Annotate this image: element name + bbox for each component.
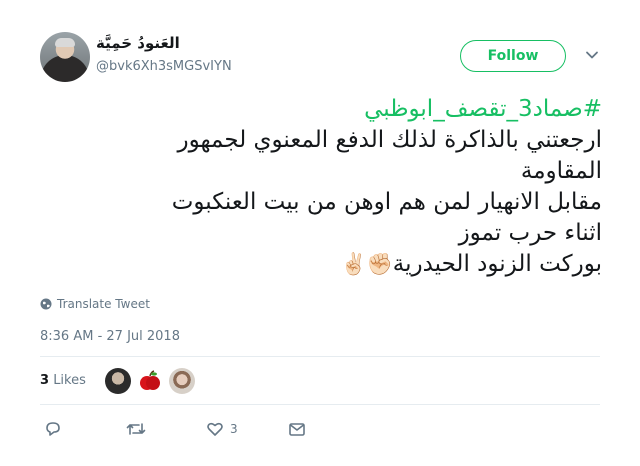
heart-icon	[207, 422, 223, 436]
like-count: 3	[230, 422, 238, 436]
tweet-text: #صماد3_تقصف_ابوظبي ارجعتني بالذاكرة لذلك…	[40, 94, 602, 280]
author-handle[interactable]: @bvk6Xh3sMGSvIYN	[96, 59, 232, 74]
tweet-line-text: بوركت الزنود الحيدرية	[392, 251, 602, 277]
apple-icon	[140, 370, 160, 390]
reply-button[interactable]	[44, 420, 126, 438]
fist-victory-emoji: ✊🏻✌🏻	[340, 252, 393, 276]
translate-tweet-link[interactable]: Translate Tweet	[40, 297, 150, 311]
divider	[40, 356, 600, 357]
tweet-timestamp[interactable]: 8:36 AM - 27 Jul 2018	[40, 329, 180, 344]
likes-label: Likes	[53, 373, 86, 388]
likes-count-link[interactable]: 3 Likes	[40, 373, 86, 388]
divider	[40, 404, 600, 405]
follow-button[interactable]: Follow	[460, 40, 566, 72]
author-avatar[interactable]	[40, 32, 90, 82]
tweet-line: المقاومة	[520, 158, 602, 184]
tweet-line: ارجعتني بالذاكرة لذلك الدفع المعنوي لجمه…	[177, 127, 602, 153]
direct-message-button[interactable]	[288, 420, 306, 438]
envelope-icon	[289, 423, 305, 436]
hashtag-link[interactable]: #صماد3_تقصف_ابوظبي	[40, 94, 602, 125]
tweet-line-last: بوركت الزنود الحيدرية✊🏻✌🏻	[40, 249, 602, 280]
tweet-line: اثناء حرب تموز	[458, 220, 602, 246]
retweet-icon	[126, 423, 146, 435]
globe-icon	[40, 298, 52, 310]
liker-avatar[interactable]	[105, 368, 131, 394]
liker-avatar[interactable]	[169, 368, 195, 394]
reply-icon	[46, 422, 60, 436]
retweet-button[interactable]	[126, 420, 206, 438]
chevron-down-icon[interactable]	[585, 48, 599, 62]
tweet-line: مقابل الانهيار لمن هم اوهن من بيت العنكب…	[171, 189, 602, 215]
liker-avatar[interactable]	[137, 368, 163, 394]
likes-count: 3	[40, 373, 50, 388]
like-button[interactable]: 3	[206, 420, 288, 438]
author-display-name[interactable]: العَنودُ حَمِيَّة	[96, 34, 180, 52]
likers-avatars	[105, 368, 195, 394]
translate-label: Translate Tweet	[57, 297, 150, 311]
tweet-actions: 3	[44, 420, 306, 438]
